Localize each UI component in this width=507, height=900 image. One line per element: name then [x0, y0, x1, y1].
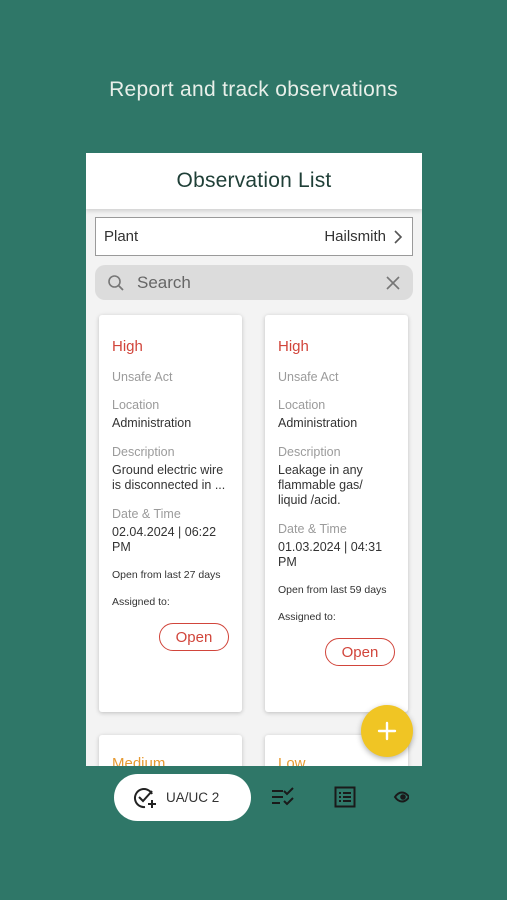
list-icon[interactable] [334, 786, 356, 808]
category-label: Unsafe Act [278, 370, 339, 384]
checklist-icon[interactable] [271, 786, 295, 808]
priority-label: Medium [112, 755, 166, 766]
check-circle-add-icon [133, 787, 156, 808]
priority-label: High [278, 338, 309, 355]
clear-icon[interactable] [385, 275, 401, 291]
priority-label: Low [278, 755, 306, 766]
description-heading: Description [278, 445, 341, 459]
description-heading: Description [112, 445, 175, 459]
bottom-nav: UA/UC 2 [0, 766, 507, 830]
datetime-value: 02.04.2024 | 06:22 PM [112, 525, 217, 554]
location-value: Administration [278, 416, 358, 430]
datetime-value: 01.03.2024 | 04:31 PM [278, 540, 383, 569]
search-input[interactable]: Search [137, 273, 385, 293]
location-value: Administration [112, 416, 192, 430]
search-bar[interactable]: Search [95, 265, 413, 300]
plus-icon [377, 721, 397, 741]
category-label: Unsafe Act [112, 370, 173, 384]
tagline: Report and track observations [109, 78, 398, 101]
assigned-label: Assigned to: [278, 611, 336, 623]
datetime-heading: Date & Time [112, 507, 181, 521]
add-observation-button[interactable] [361, 705, 413, 757]
plant-selector[interactable]: Plant Hailsmith [95, 217, 413, 256]
datetime-heading: Date & Time [278, 522, 347, 536]
description-value: Ground electric wire is disconnected in … [112, 463, 226, 492]
search-icon [108, 274, 124, 291]
priority-label: High [112, 338, 143, 355]
nav-item-ua-uc[interactable]: UA/UC 2 [114, 774, 251, 821]
plant-value: Hailsmith [324, 228, 386, 245]
status-button[interactable]: Open [325, 638, 395, 666]
app-screen: Observation List Plant Hailsmith Search … [86, 153, 422, 766]
location-heading: Location [112, 398, 160, 412]
assigned-label: Assigned to: [112, 596, 170, 608]
location-heading: Location [278, 398, 326, 412]
status-button[interactable]: Open [159, 623, 229, 651]
description-value: Leakage in any flammable gas/ liquid /ac… [278, 463, 363, 507]
nav-item-label: UA/UC 2 [166, 790, 220, 805]
plant-label: Plant [104, 228, 139, 245]
app-header: Observation List [86, 153, 422, 209]
eye-icon[interactable] [393, 786, 409, 808]
open-duration: Open from last 27 days [112, 569, 221, 581]
observation-card[interactable]: High Unsafe Act Location Administration … [99, 315, 242, 712]
observation-card[interactable]: High Unsafe Act Location Administration … [265, 315, 408, 712]
observation-card[interactable]: Medium [99, 735, 242, 766]
open-duration: Open from last 59 days [278, 584, 387, 596]
chevron-right-icon [394, 229, 403, 244]
page-title: Observation List [176, 169, 332, 192]
